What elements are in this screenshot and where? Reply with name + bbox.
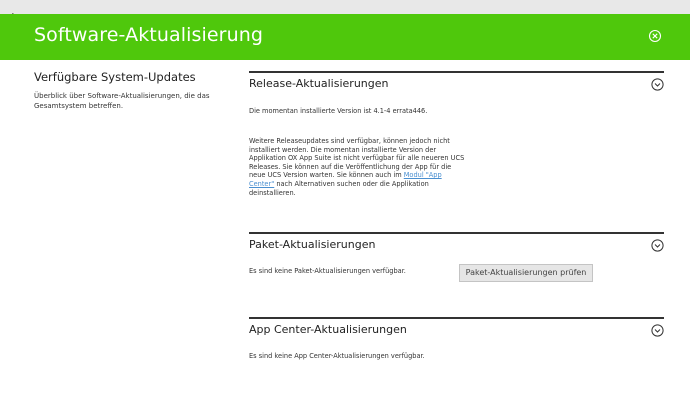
appcenter-section-title: App Center-Aktualisierungen (249, 323, 407, 336)
sidebar-description-line: Überblick über Software-Aktualisierungen… (34, 92, 210, 100)
warning-line: Center" nach Alternativen suchen oder di… (249, 180, 469, 189)
appcenter-updates-section: App Center-Aktualisierungen Es sind kein… (249, 317, 664, 377)
chevron-down-icon[interactable] (651, 324, 664, 337)
chevron-down-icon[interactable] (651, 78, 664, 91)
sidebar-description: Überblick über Software-Aktualisierungen… (34, 92, 224, 111)
warning-line: installiert werden. Die momentan install… (249, 145, 437, 154)
warning-line: Weitere Releaseupdates sind verfügbar, k… (249, 137, 450, 145)
warning-line: neue UCS Version warten. Sie können auch… (249, 171, 469, 180)
package-section-title: Paket-Aktualisierungen (249, 238, 376, 251)
warning-text: neue UCS Version warten. Sie können auch… (249, 171, 404, 180)
sidebar-title: Verfügbare System-Updates (34, 70, 196, 84)
package-status-text: Es sind keine Paket-Aktualisierungen ver… (249, 267, 406, 275)
warning-line: Applikation OX App Suite ist nicht verfü… (249, 154, 465, 163)
package-updates-section: Paket-Aktualisierungen Es sind keine Pak… (249, 232, 664, 302)
release-updates-section: Release-Aktualisierungen Die momentan in… (249, 71, 664, 211)
chevron-down-icon[interactable] (651, 239, 664, 252)
section-divider (249, 232, 664, 234)
app-header: Software-Aktualisierung (0, 14, 690, 60)
section-divider (249, 71, 664, 73)
app-center-module-link[interactable]: Modul "App (404, 171, 442, 179)
installed-version-text: Die momentan installierte Version ist 4.… (249, 107, 428, 115)
check-package-updates-button[interactable]: Paket-Aktualisierungen prüfen (459, 264, 593, 282)
section-divider (249, 317, 664, 319)
sidebar-description-line: Gesamtsystem betreffen. (34, 101, 124, 110)
release-section-title: Release-Aktualisierungen (249, 77, 389, 90)
page-title: Software-Aktualisierung (34, 24, 264, 46)
warning-line: Releases. Sie können auf die Veröffentli… (249, 162, 452, 171)
browser-top-strip (0, 0, 690, 14)
close-icon[interactable] (648, 29, 662, 43)
warning-line: deinstallieren. (249, 188, 296, 197)
release-warning-text: Weitere Releaseupdates sind verfügbar, k… (249, 137, 469, 197)
appcenter-status-text: Es sind keine App Center-Aktualisierunge… (249, 352, 425, 360)
sidebar: Verfügbare System-Updates Überblick über… (34, 70, 224, 111)
warning-text: nach Alternativen suchen oder die Applik… (274, 179, 429, 188)
app-center-module-link[interactable]: Center" (249, 180, 274, 188)
